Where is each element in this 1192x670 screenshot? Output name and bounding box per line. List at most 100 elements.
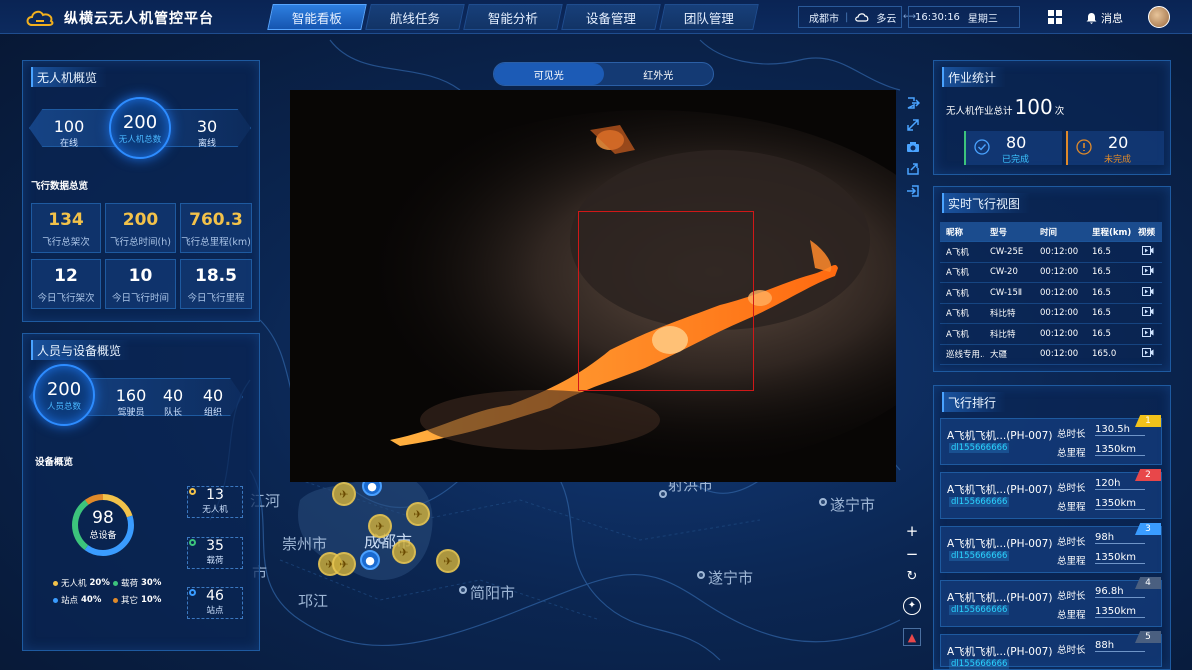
- ranking-item[interactable]: A飞机飞机...(PH-007) dl155666666 总时长 98h 3 总里程 135…: [940, 523, 1162, 573]
- uncompleted-box: 20 未完成: [1066, 131, 1164, 165]
- globe-icon[interactable]: ✦: [903, 597, 921, 615]
- legend-label: 无人机: [61, 579, 87, 589]
- video-icon[interactable]: [1132, 266, 1162, 278]
- target-detection-box[interactable]: [578, 211, 754, 391]
- table-row[interactable]: 巡线专用... 大疆 00:12:00 165.0: [940, 345, 1162, 365]
- bell-icon: [1086, 13, 1097, 24]
- legend-label: 载荷: [121, 579, 139, 589]
- map-label-qiongjiang: 邛江: [298, 592, 329, 610]
- cloud-logo-icon: [26, 10, 54, 26]
- reset-view-button[interactable]: ↻: [903, 568, 921, 586]
- uav-total-label: 无人机总数: [118, 134, 162, 145]
- nav-tab-route-tasks[interactable]: 航线任务: [365, 4, 465, 30]
- apps-grid-icon[interactable]: [1048, 10, 1062, 24]
- live-video-feed[interactable]: [290, 90, 896, 482]
- flight-stat-value: 760.3: [189, 210, 243, 230]
- time-label: 16:30:16: [915, 11, 960, 23]
- uav-map-marker[interactable]: ✈: [406, 502, 430, 526]
- table-row[interactable]: A飞机 CW-25E 00:12:00 16.5: [940, 242, 1162, 263]
- map-city-dot: [697, 571, 705, 579]
- zoom-out-button[interactable]: −: [903, 545, 921, 563]
- pilot-label: 驾驶员: [117, 408, 145, 418]
- uav-map-marker[interactable]: ✈: [436, 549, 460, 573]
- offline-stat: 30 离线: [187, 117, 227, 149]
- ranking-item[interactable]: A飞机飞机...(PH-007) dl155666666 总时长 96.8h 4 总里程 1…: [940, 577, 1162, 627]
- device-count-box[interactable]: 46 站点: [187, 587, 243, 619]
- flight-stat-label: 飞行总里程(km): [181, 237, 251, 248]
- uav-map-marker[interactable]: ✈: [368, 514, 392, 538]
- share-icon[interactable]: [906, 162, 920, 176]
- map-label-suining: 遂宁市: [830, 496, 876, 514]
- table-header: 昵称 型号 时间 里程(km) 视频: [940, 222, 1162, 242]
- completed-box: 80 已完成: [964, 131, 1062, 165]
- online-stat: 100 在线: [49, 117, 89, 149]
- location-weather[interactable]: 成都市 | 多云: [798, 6, 902, 28]
- duration-label: 总时长: [1057, 429, 1086, 440]
- compass-icon[interactable]: ▲: [903, 628, 921, 646]
- device-total-value: 98: [92, 508, 114, 528]
- avatar[interactable]: [1148, 6, 1170, 28]
- top-header: 纵横云无人机管控平台 智能看板 航线任务 智能分析 设备管理 团队管理 成都市 …: [0, 0, 1192, 34]
- video-icon[interactable]: [1132, 307, 1162, 319]
- flight-stat-cell: 10 今日飞行时间: [105, 259, 176, 309]
- device-count-box[interactable]: 35 载荷: [187, 537, 243, 569]
- exit-icon[interactable]: [906, 96, 920, 110]
- table-cell: A飞机: [946, 247, 969, 258]
- video-icon[interactable]: [1132, 245, 1162, 258]
- panel-title: 飞行排行: [942, 392, 1007, 412]
- video-mode-toggle[interactable]: 可见光 红外光: [493, 62, 714, 86]
- flight-stat-label: 今日飞行时间: [111, 293, 169, 304]
- warning-icon: [1076, 139, 1092, 155]
- expand-icon[interactable]: [906, 118, 920, 132]
- table-row[interactable]: A飞机 CW-15Ⅱ 00:12:00 16.5: [940, 283, 1162, 304]
- login-icon[interactable]: [906, 184, 920, 198]
- ranking-item[interactable]: A飞机飞机...(PH-007) dl155666666 总时长 130.5h 1 总里程…: [940, 415, 1162, 465]
- messages-button[interactable]: 消息: [1086, 10, 1123, 26]
- table-row[interactable]: A飞机 CW-20 00:12:00 16.5: [940, 263, 1162, 283]
- nav-tab-analysis[interactable]: 智能分析: [463, 4, 563, 30]
- org-stat: 40 组织: [195, 386, 231, 418]
- divider: |: [845, 11, 849, 23]
- work-total-unit: 次: [1054, 106, 1065, 117]
- table-row[interactable]: A飞机 科比特 00:12:00 16.5: [940, 324, 1162, 345]
- table-row[interactable]: A飞机 科比特 00:12:00 16.5: [940, 304, 1162, 324]
- uav-total-value: 200: [122, 111, 158, 133]
- video-icon[interactable]: [1132, 348, 1162, 360]
- uav-map-marker[interactable]: ✈: [392, 540, 416, 564]
- legend-pct: 40%: [81, 595, 102, 605]
- nav-tab-label: 智能看板: [291, 10, 342, 26]
- station-map-marker[interactable]: ●: [360, 550, 380, 570]
- zoom-in-button[interactable]: +: [903, 522, 921, 540]
- mileage-value: 1350km: [1095, 498, 1145, 510]
- table-cell: A飞机: [946, 288, 969, 299]
- table-cell: 16.5: [1092, 287, 1111, 298]
- weather-label: 多云: [876, 13, 897, 25]
- flight-stat-cell: 200 飞行总时间(h): [105, 203, 176, 253]
- camera-icon[interactable]: [906, 140, 920, 154]
- video-icon[interactable]: [1132, 286, 1162, 299]
- ranking-item[interactable]: A飞机飞机...(PH-007) dl155666666 总时长 88h 5: [940, 631, 1162, 669]
- uav-map-marker[interactable]: ✈: [332, 552, 356, 576]
- table-cell: 科比特: [990, 309, 1016, 320]
- ranking-serial: dl155666666: [949, 497, 1010, 507]
- nav-tab-label: 航线任务: [389, 10, 440, 26]
- legend-pct: 20%: [89, 578, 110, 588]
- mileage-label: 总里程: [1057, 610, 1086, 621]
- nav-tab-devices[interactable]: 设备管理: [561, 4, 661, 30]
- nav-tab-team[interactable]: 团队管理: [659, 4, 759, 30]
- ranking-item[interactable]: A飞机飞机...(PH-007) dl155666666 总时长 120h 2 总里程 13…: [940, 469, 1162, 519]
- legend-dot: [113, 580, 118, 586]
- device-count-box[interactable]: 13 无人机: [187, 486, 243, 518]
- infrared-tab[interactable]: 红外光: [604, 63, 714, 85]
- offline-value: 30: [196, 117, 218, 136]
- uav-map-marker[interactable]: ✈: [332, 482, 356, 506]
- ranking-serial: dl155666666: [949, 659, 1010, 669]
- nav-tab-dashboard[interactable]: 智能看板: [267, 4, 367, 30]
- flight-data-title: 飞行数据总览: [31, 181, 89, 192]
- visible-light-tab[interactable]: 可见光: [494, 63, 604, 85]
- flight-stat-label: 今日飞行里程: [187, 293, 245, 304]
- column-header: 里程(km): [1092, 227, 1132, 238]
- legend-item: 站点 40%: [53, 594, 101, 606]
- video-icon[interactable]: [1132, 327, 1162, 340]
- mileage-label: 总里程: [1057, 556, 1086, 567]
